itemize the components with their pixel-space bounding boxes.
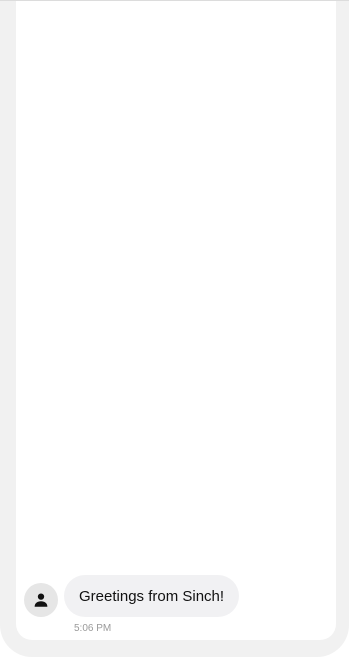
chat-widget-frame: Greetings from Sinch! 5:06 PM — [0, 0, 349, 657]
person-icon — [34, 593, 48, 607]
avatar — [24, 583, 58, 617]
message-text: Greetings from Sinch! — [79, 587, 225, 605]
message-timestamp: 5:06 PM — [74, 623, 112, 634]
message-list[interactable]: Greetings from Sinch! 5:06 PM — [16, 1, 336, 640]
message-bubble: Greetings from Sinch! — [64, 575, 240, 617]
message-row: Greetings from Sinch! — [24, 575, 240, 617]
